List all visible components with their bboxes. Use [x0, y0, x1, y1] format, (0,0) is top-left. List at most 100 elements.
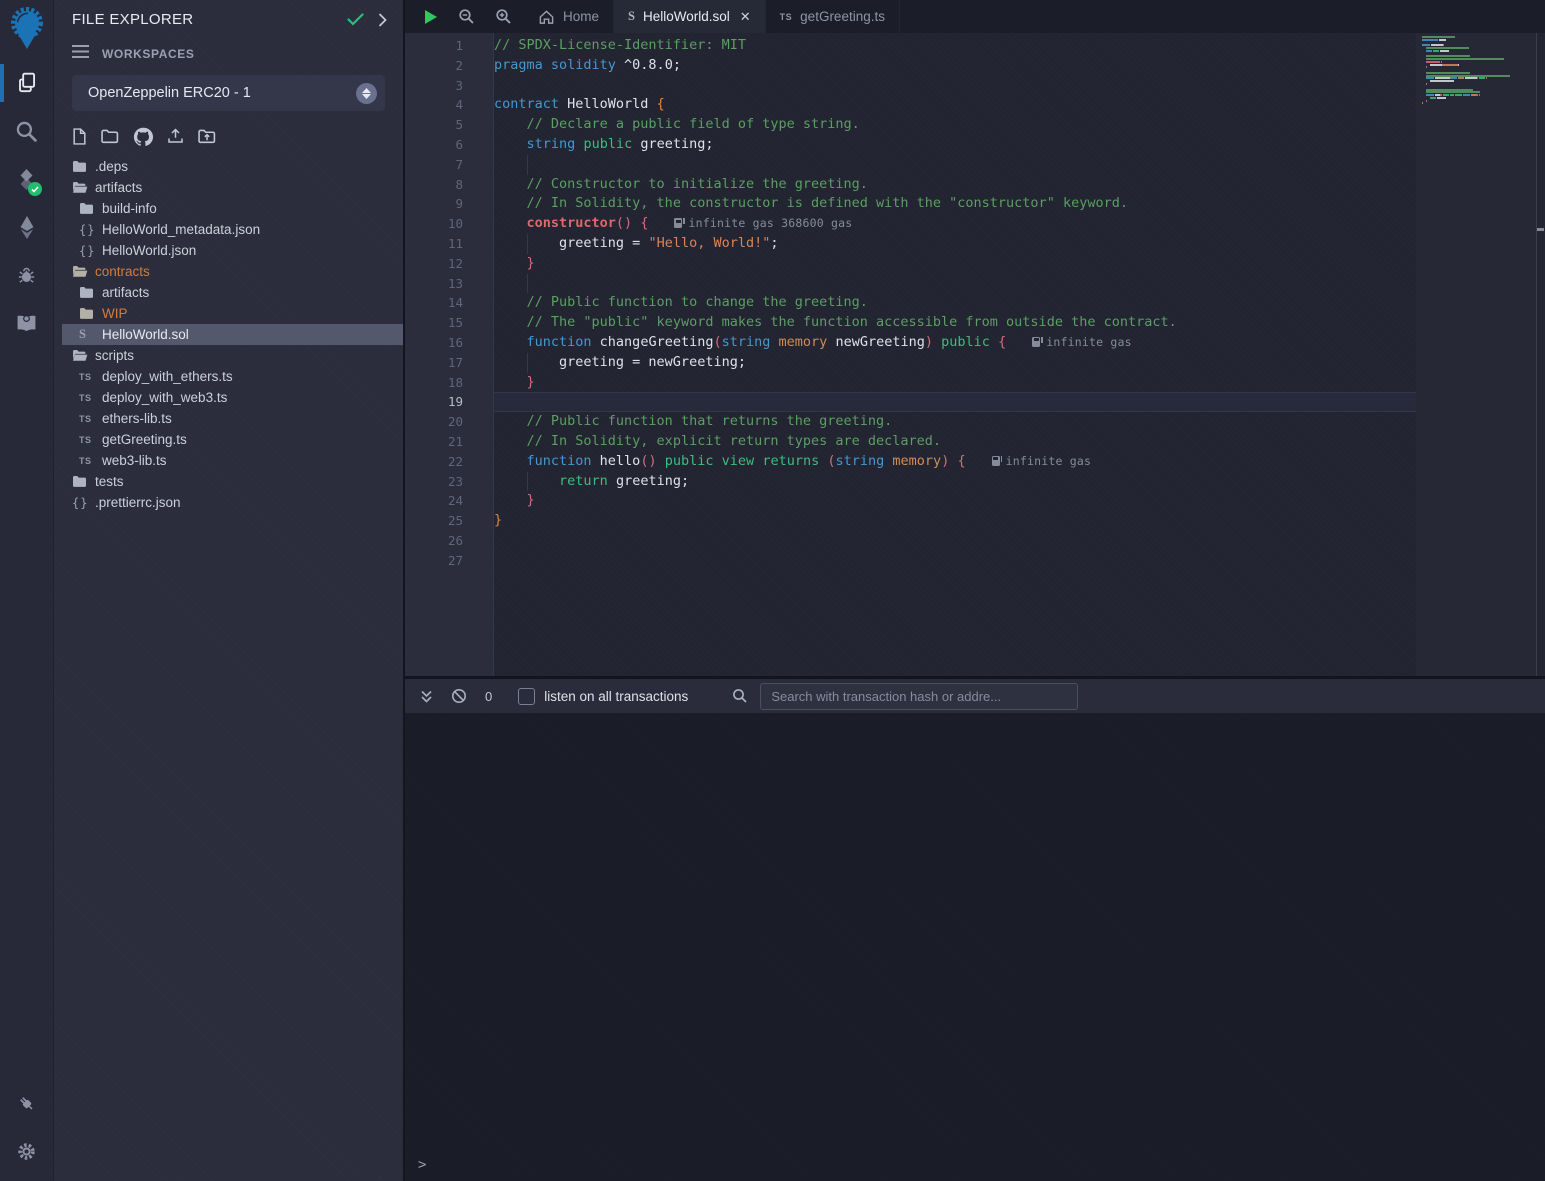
listen-transactions-checkbox[interactable] — [518, 688, 535, 705]
tree-item-HelloWorld_metadata.json[interactable]: {}HelloWorld_metadata.json — [62, 219, 403, 240]
workspace-ok-check-icon[interactable] — [347, 13, 364, 26]
sol-icon: S — [79, 327, 98, 342]
code-line-5[interactable]: // Declare a public field of type string… — [494, 115, 1416, 135]
zoom-in-button[interactable] — [495, 8, 512, 25]
line-number: 8 — [405, 175, 493, 195]
code-line-3[interactable] — [494, 76, 1416, 96]
bug-icon — [16, 265, 37, 285]
upload-folder-icon[interactable] — [198, 129, 216, 144]
code-line-22[interactable]: function hello() public view returns (st… — [494, 452, 1416, 472]
code-line-1[interactable]: // SPDX-License-Identifier: MIT — [494, 36, 1416, 56]
activity-item-plugin-manager[interactable] — [0, 1079, 53, 1127]
terminal-prompt[interactable]: > — [418, 1157, 426, 1173]
code-line-9[interactable]: // In Solidity, the constructor is defin… — [494, 194, 1416, 214]
terminal-collapse-icon[interactable] — [419, 689, 434, 704]
code-line-25[interactable]: } — [494, 511, 1416, 531]
code-line-14[interactable]: // Public function to change the greetin… — [494, 293, 1416, 313]
terminal-toolbar: 0 listen on all transactions — [405, 676, 1545, 713]
indent-guide — [527, 353, 528, 373]
tree-item-.deps[interactable]: .deps — [62, 156, 403, 177]
tree-item-deploy_with_web3.ts[interactable]: TSdeploy_with_web3.ts — [62, 387, 403, 408]
line-number: 10 — [405, 214, 493, 234]
tree-item-HelloWorld.sol[interactable]: SHelloWorld.sol — [62, 324, 403, 345]
code-area[interactable]: // SPDX-License-Identifier: MITpragma so… — [493, 33, 1416, 676]
folder-open-icon — [72, 349, 91, 362]
gas-estimate-annotation: infinite gas — [992, 454, 1091, 468]
tree-item-.prettierrc.json[interactable]: {}.prettierrc.json — [62, 492, 403, 513]
new-file-icon[interactable] — [72, 128, 87, 145]
new-folder-icon[interactable] — [101, 129, 119, 144]
ts-icon: TS — [780, 12, 793, 22]
minimap[interactable] — [1416, 33, 1536, 676]
activity-item-file-explorer[interactable] — [0, 59, 53, 107]
overview-ruler[interactable] — [1536, 33, 1545, 676]
workspaces-menu-icon[interactable] — [72, 45, 89, 63]
tree-item-HelloWorld.json[interactable]: {}HelloWorld.json — [62, 240, 403, 261]
tree-item-web3-lib.ts[interactable]: TSweb3-lib.ts — [62, 450, 403, 471]
braces-icon: {} — [72, 496, 91, 510]
book-icon — [15, 314, 38, 333]
code-line-17[interactable]: greeting = newGreeting; — [494, 353, 1416, 373]
github-clone-icon[interactable] — [133, 127, 153, 146]
tab-getGreeting.ts[interactable]: TSgetGreeting.ts — [766, 0, 900, 33]
code-line-23[interactable]: return greeting; — [494, 472, 1416, 492]
tree-item-WIP[interactable]: WIP — [62, 303, 403, 324]
transaction-search-input[interactable] — [760, 683, 1078, 710]
code-line-27[interactable] — [494, 551, 1416, 571]
clear-console-icon[interactable] — [451, 688, 467, 704]
activity-item-deploy-run[interactable] — [0, 203, 53, 251]
tree-item-artifacts[interactable]: artifacts — [62, 177, 403, 198]
tree-item-contracts[interactable]: contracts — [62, 261, 403, 282]
line-number: 15 — [405, 313, 493, 333]
code-line-13[interactable] — [494, 274, 1416, 294]
tree-item-deploy_with_ethers.ts[interactable]: TSdeploy_with_ethers.ts — [62, 366, 403, 387]
code-line-19[interactable] — [494, 392, 1416, 412]
code-line-15[interactable]: // The "public" keyword makes the functi… — [494, 313, 1416, 333]
code-line-2[interactable]: pragma solidity ^0.8.0; — [494, 56, 1416, 76]
tab-HelloWorld.sol[interactable]: SHelloWorld.sol✕ — [614, 0, 766, 33]
code-line-4[interactable]: contract HelloWorld { — [494, 95, 1416, 115]
line-number: 27 — [405, 551, 493, 571]
workspace-select[interactable]: OpenZeppelin ERC20 - 1 — [72, 75, 385, 111]
editor-topbar: HomeSHelloWorld.sol✕TSgetGreeting.ts — [405, 0, 1545, 33]
code-line-24[interactable]: } — [494, 491, 1416, 511]
code-line-6[interactable]: string public greeting; — [494, 135, 1416, 155]
workspace-name: OpenZeppelin ERC20 - 1 — [88, 85, 356, 101]
code-line-18[interactable]: } — [494, 373, 1416, 393]
activity-item-debugger[interactable] — [0, 251, 53, 299]
code-line-12[interactable]: } — [494, 254, 1416, 274]
close-tab-icon[interactable]: ✕ — [740, 9, 751, 25]
code-line-10[interactable]: constructor() {infinite gas 368600 gas — [494, 214, 1416, 234]
tree-item-scripts[interactable]: scripts — [62, 345, 403, 366]
code-line-8[interactable]: // Constructor to initialize the greetin… — [494, 175, 1416, 195]
tab-Home[interactable]: Home — [524, 0, 614, 33]
braces-icon: {} — [79, 223, 98, 237]
activity-item-search[interactable] — [0, 107, 53, 155]
tree-item-ethers-lib.ts[interactable]: TSethers-lib.ts — [62, 408, 403, 429]
code-line-21[interactable]: // In Solidity, explicit return types ar… — [494, 432, 1416, 452]
terminal-content[interactable]: > — [405, 713, 1545, 1181]
activity-bar — [0, 0, 54, 1181]
tree-item-getGreeting.ts[interactable]: TSgetGreeting.ts — [62, 429, 403, 450]
code-line-7[interactable] — [494, 155, 1416, 175]
line-number: 22 — [405, 452, 493, 472]
workspace-dropdown-icon[interactable] — [356, 83, 377, 104]
upload-file-icon[interactable] — [167, 128, 184, 145]
code-line-16[interactable]: function changeGreeting(string memory ne… — [494, 333, 1416, 353]
code-line-20[interactable]: // Public function that returns the gree… — [494, 412, 1416, 432]
code-line-26[interactable] — [494, 531, 1416, 551]
run-script-button[interactable] — [424, 9, 438, 25]
activity-item-solidity-compiler[interactable] — [0, 155, 53, 203]
line-number: 3 — [405, 76, 493, 96]
code-line-11[interactable]: greeting = "Hello, World!"; — [494, 234, 1416, 254]
activity-item-settings[interactable] — [0, 1127, 53, 1175]
line-number: 7 — [405, 155, 493, 175]
tree-item-tests[interactable]: tests — [62, 471, 403, 492]
ts-icon: TS — [79, 414, 98, 424]
tree-item-build-info[interactable]: build-info — [62, 198, 403, 219]
activity-item-unit-testing[interactable] — [0, 299, 53, 347]
remix-logo-icon[interactable] — [4, 5, 50, 51]
tree-item-artifacts[interactable]: artifacts — [62, 282, 403, 303]
panel-chevron-right-icon[interactable] — [378, 13, 387, 27]
zoom-out-button[interactable] — [458, 8, 475, 25]
